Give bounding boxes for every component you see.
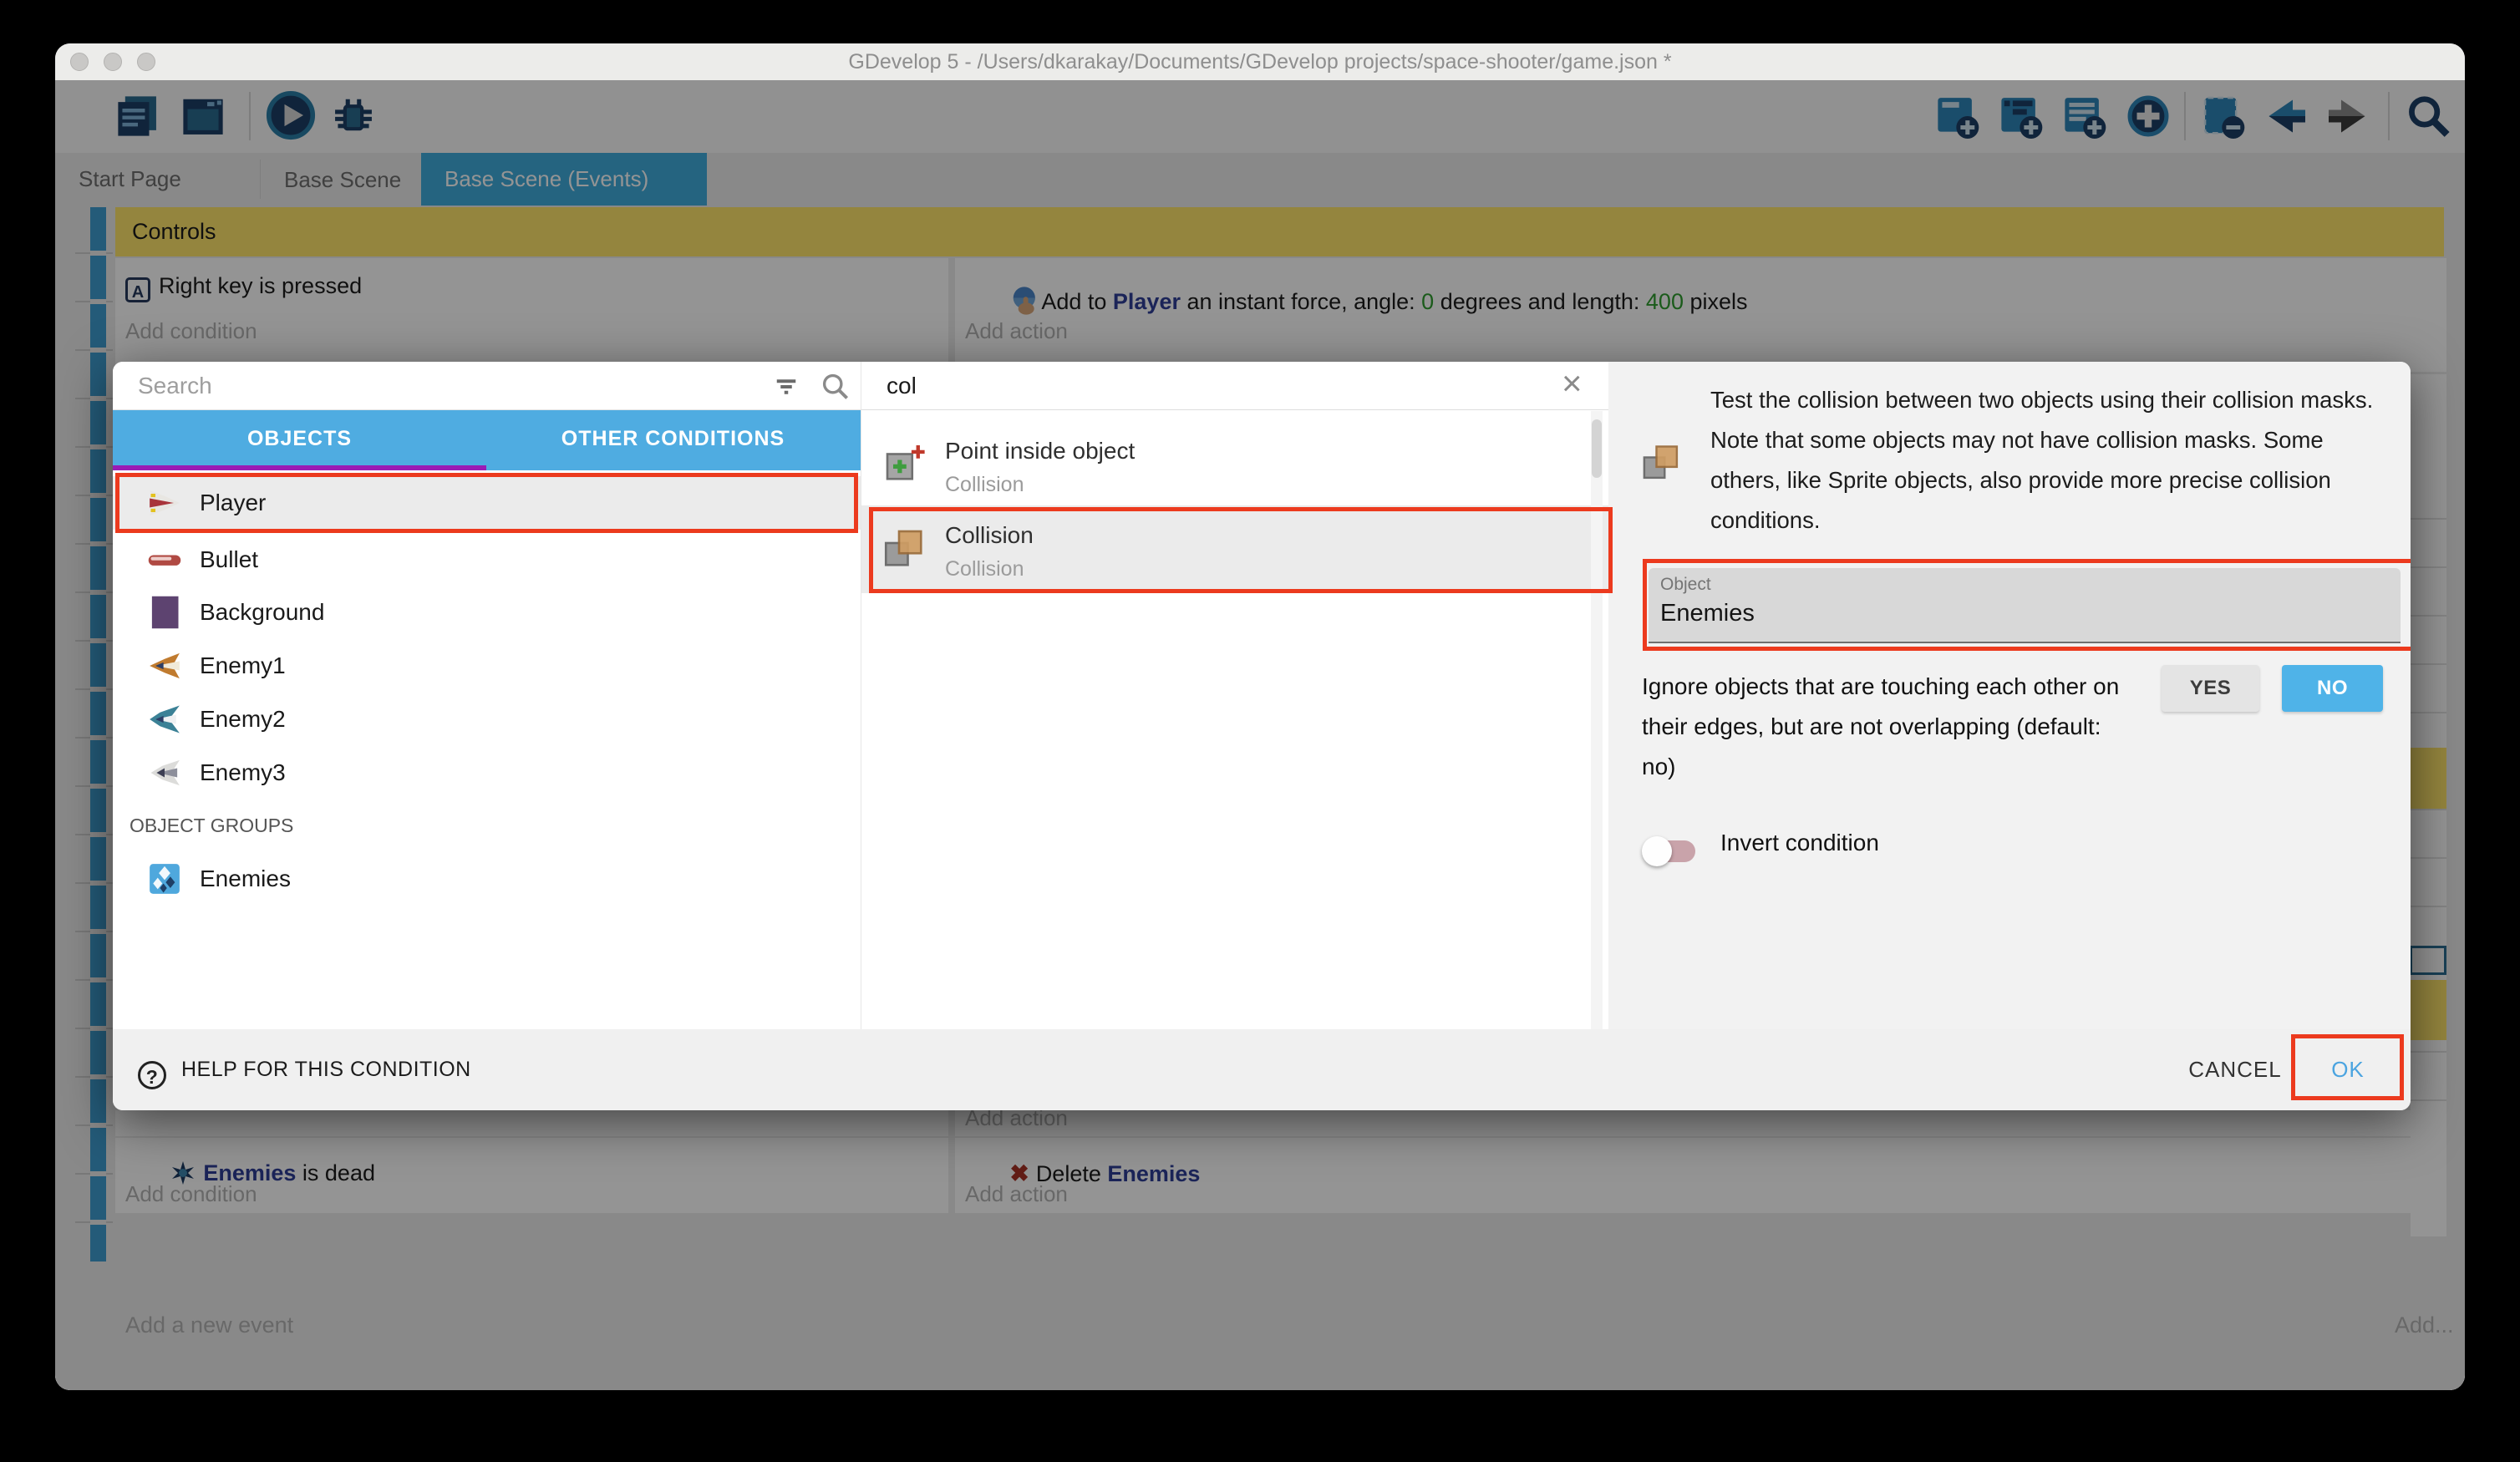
app-window: GDevelop 5 - /Users/dkarakay/Documents/G… (55, 43, 2465, 1390)
choose-condition-dialog: OBJECTS OTHER CONDITIONS Player (113, 362, 2411, 1110)
enemy1-ship-icon (146, 647, 183, 684)
cancel-button[interactable]: CANCEL (2168, 1029, 2302, 1110)
screenshot-stage: GDevelop 5 - /Users/dkarakay/Documents/G… (0, 0, 2520, 1462)
object-search-input[interactable] (136, 367, 724, 405)
search-icon (820, 372, 850, 402)
condition-search-input[interactable] (885, 367, 1473, 405)
object-search-row (113, 362, 861, 410)
results-scrollbar[interactable] (1591, 411, 1603, 1029)
window-title: GDevelop 5 - /Users/dkarakay/Documents/G… (55, 43, 2465, 80)
enemies-group-icon (146, 860, 183, 897)
enemy2-ship-icon (146, 701, 183, 738)
dialog-footer: ?HELP FOR THIS CONDITION CANCEL OK (113, 1029, 2411, 1110)
clear-search-icon[interactable]: × (1562, 363, 1583, 404)
condition-description: Test the collision between two objects u… (1710, 380, 2387, 541)
condition-results-pane: × Point inside object Collision (861, 362, 1608, 1029)
object-row-background[interactable]: Background (113, 586, 861, 639)
ignore-touching-label: Ignore objects that are touching each ot… (1642, 667, 2126, 787)
object-row-bullet[interactable]: Bullet (113, 533, 861, 586)
result-title: Point inside object (945, 438, 1135, 464)
result-subtitle: Collision (945, 473, 1024, 497)
enemy3-ship-icon (146, 754, 183, 791)
tab-other-conditions[interactable]: OTHER CONDITIONS (486, 410, 860, 470)
annotation-object-field (1643, 559, 2411, 651)
object-row-enemy2[interactable]: Enemy2 (113, 693, 861, 746)
annotation-ok-button (2291, 1034, 2404, 1100)
result-point-inside-object[interactable]: Point inside object Collision (861, 424, 1609, 503)
object-label: Enemies (200, 852, 291, 906)
object-label: Background (200, 586, 324, 639)
tab-objects[interactable]: OBJECTS (113, 410, 486, 470)
no-button[interactable]: NO (2282, 665, 2383, 712)
condition-config-pane: Test the collision between two objects u… (1608, 362, 2411, 1029)
object-label: Enemy1 (200, 639, 286, 693)
background-icon (146, 594, 183, 631)
invert-condition-label: Invert condition (1720, 830, 1879, 856)
object-list-pane: OBJECTS OTHER CONDITIONS Player (113, 362, 861, 1029)
scrollbar-thumb[interactable] (1592, 419, 1602, 478)
filter-icon[interactable] (771, 372, 801, 402)
bullet-icon (146, 541, 183, 578)
yes-button[interactable]: YES (2162, 665, 2259, 712)
annotation-player-row (115, 473, 858, 533)
object-label: Bullet (200, 533, 258, 586)
object-groups-header: OBJECT GROUPS (130, 802, 848, 849)
object-row-enemy3[interactable]: Enemy3 (113, 746, 861, 800)
point-inside-icon (881, 439, 928, 486)
active-tab-indicator (113, 465, 486, 470)
collision-icon (1640, 441, 1684, 485)
object-row-enemy1[interactable]: Enemy1 (113, 639, 861, 693)
object-label: Enemy2 (200, 693, 286, 746)
group-row-enemies[interactable]: Enemies (113, 852, 861, 906)
titlebar: GDevelop 5 - /Users/dkarakay/Documents/G… (55, 43, 2465, 81)
invert-condition-toggle[interactable] (1647, 840, 1695, 862)
dialog-tabbar: OBJECTS OTHER CONDITIONS (113, 410, 861, 470)
toggle-thumb[interactable] (1642, 836, 1672, 866)
help-label: HELP FOR THIS CONDITION (181, 1058, 471, 1081)
help-icon: ? (138, 1061, 166, 1089)
object-label: Enemy3 (200, 746, 286, 800)
help-link[interactable]: ? HELP FOR THIS CONDITION (138, 1029, 471, 1110)
condition-search-row: × (861, 362, 1608, 410)
annotation-collision-result (869, 507, 1613, 593)
